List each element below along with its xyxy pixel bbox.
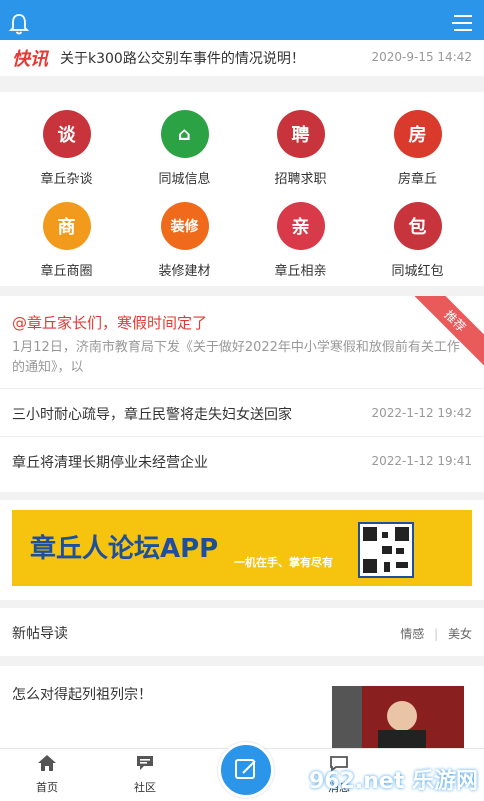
news-date: 2020-9-15 14:42 xyxy=(371,50,473,64)
category-label: 同城红包 xyxy=(391,264,444,279)
edit-icon xyxy=(235,759,256,779)
redpacket-icon: 包 xyxy=(393,202,442,250)
tab-label: 社区 xyxy=(134,781,156,794)
app-banner[interactable]: 章丘人论坛APP 一机在手、掌有尽有 xyxy=(12,510,472,586)
community-tab-icon xyxy=(137,756,153,770)
category-business[interactable]: 商 章丘商圈 xyxy=(6,190,127,280)
bell-icon[interactable] xyxy=(8,12,30,36)
home-tab-icon xyxy=(38,755,56,771)
recruit-icon: 聘 xyxy=(276,110,325,158)
category-housing[interactable]: 房 房章丘 xyxy=(357,98,478,188)
category-label: 装修建材 xyxy=(158,264,211,279)
category-label: 章丘杂谈 xyxy=(40,172,93,187)
post-thumbnail xyxy=(332,686,464,756)
category-dating[interactable]: 亲 章丘相亲 xyxy=(240,190,361,280)
banner-slogan: 一机在手、掌有尽有 xyxy=(234,556,333,569)
tab-label: 首页 xyxy=(36,781,58,794)
list-item-date: 2022-1-12 19:42 xyxy=(371,406,473,420)
menu-icon[interactable] xyxy=(450,12,474,34)
list-item[interactable]: 章丘将清理长期停业未经营企业 2022-1-12 19:41 xyxy=(0,436,484,485)
category-red-packet[interactable]: 包 同城红包 xyxy=(357,190,478,280)
new-posts-heading: 新帖导读 xyxy=(12,626,68,642)
post-item[interactable]: 怎么对得起列祖列宗！ xyxy=(0,666,484,756)
home-icon: ⌂ xyxy=(160,110,209,158)
list-item[interactable]: 三小时耐心疏导，章丘民警将走失妇女送回家 2022-1-12 19:42 xyxy=(0,388,484,437)
house-icon: 房 xyxy=(393,110,442,158)
category-grid: 谈 章丘杂谈 ⌂ 同城信息 聘 招聘求职 房 房章丘 商 章丘商圈 装修 装修建… xyxy=(0,92,484,286)
list-item-date: 2022-1-12 19:41 xyxy=(371,454,473,468)
shop-icon: 商 xyxy=(42,202,91,250)
new-posts-header: 新帖导读 情感 | 美女 xyxy=(0,608,484,656)
news-title[interactable]: 关于k300路公交别车事件的情况说明！ xyxy=(60,48,305,68)
recommend-summary: 1月12日，济南市教育局下发《关于做好2022年中小学寒假和放假前有关工作的通知… xyxy=(12,340,460,375)
tab-community[interactable]: 社区 xyxy=(110,753,180,795)
category-local-info[interactable]: ⌂ 同城信息 xyxy=(124,98,245,188)
recommend-section: 推荐 @章丘家长们，寒假时间定了 1月12日，济南市教育局下发《关于做好2022… xyxy=(0,296,484,492)
news-badge: 快讯 xyxy=(12,49,48,70)
watermark: 962.net 乐游网 xyxy=(308,769,478,794)
category-decoration[interactable]: 装修 装修建材 xyxy=(124,190,245,280)
tab-home[interactable]: 首页 xyxy=(12,753,82,795)
post-tags: 情感 | 美女 xyxy=(400,627,472,641)
category-label: 同城信息 xyxy=(158,172,211,187)
dating-icon: 亲 xyxy=(276,202,325,250)
qr-code-icon xyxy=(358,522,414,578)
category-recruitment[interactable]: 聘 招聘求职 xyxy=(240,98,361,188)
new-post-button[interactable] xyxy=(218,742,274,798)
decor-icon: 装修 xyxy=(160,202,209,250)
list-item-title: 章丘将清理长期停业未经营企业 xyxy=(12,455,208,471)
category-label: 章丘商圈 xyxy=(40,264,93,279)
chat-icon: 谈 xyxy=(42,110,91,158)
tag-emotion[interactable]: 情感 xyxy=(400,627,424,641)
tag-beauty[interactable]: 美女 xyxy=(448,627,472,641)
list-item-title: 三小时耐心疏导，章丘民警将走失妇女送回家 xyxy=(12,407,292,423)
category-label: 章丘相亲 xyxy=(274,264,327,279)
category-label: 招聘求职 xyxy=(274,172,327,187)
news-ticker[interactable]: 快讯 关于k300路公交别车事件的情况说明！ 2020-9-15 14:42 xyxy=(0,40,484,76)
category-label: 房章丘 xyxy=(397,172,437,187)
recommend-headline[interactable]: @章丘家长们，寒假时间定了 xyxy=(12,312,207,333)
banner-title: 章丘人论坛APP xyxy=(30,534,219,564)
category-zhangqiu-chat[interactable]: 谈 章丘杂谈 xyxy=(6,98,127,188)
banner-section: 章丘人论坛APP 一机在手、掌有尽有 xyxy=(0,500,484,600)
post-title: 怎么对得起列祖列宗！ xyxy=(12,687,152,703)
